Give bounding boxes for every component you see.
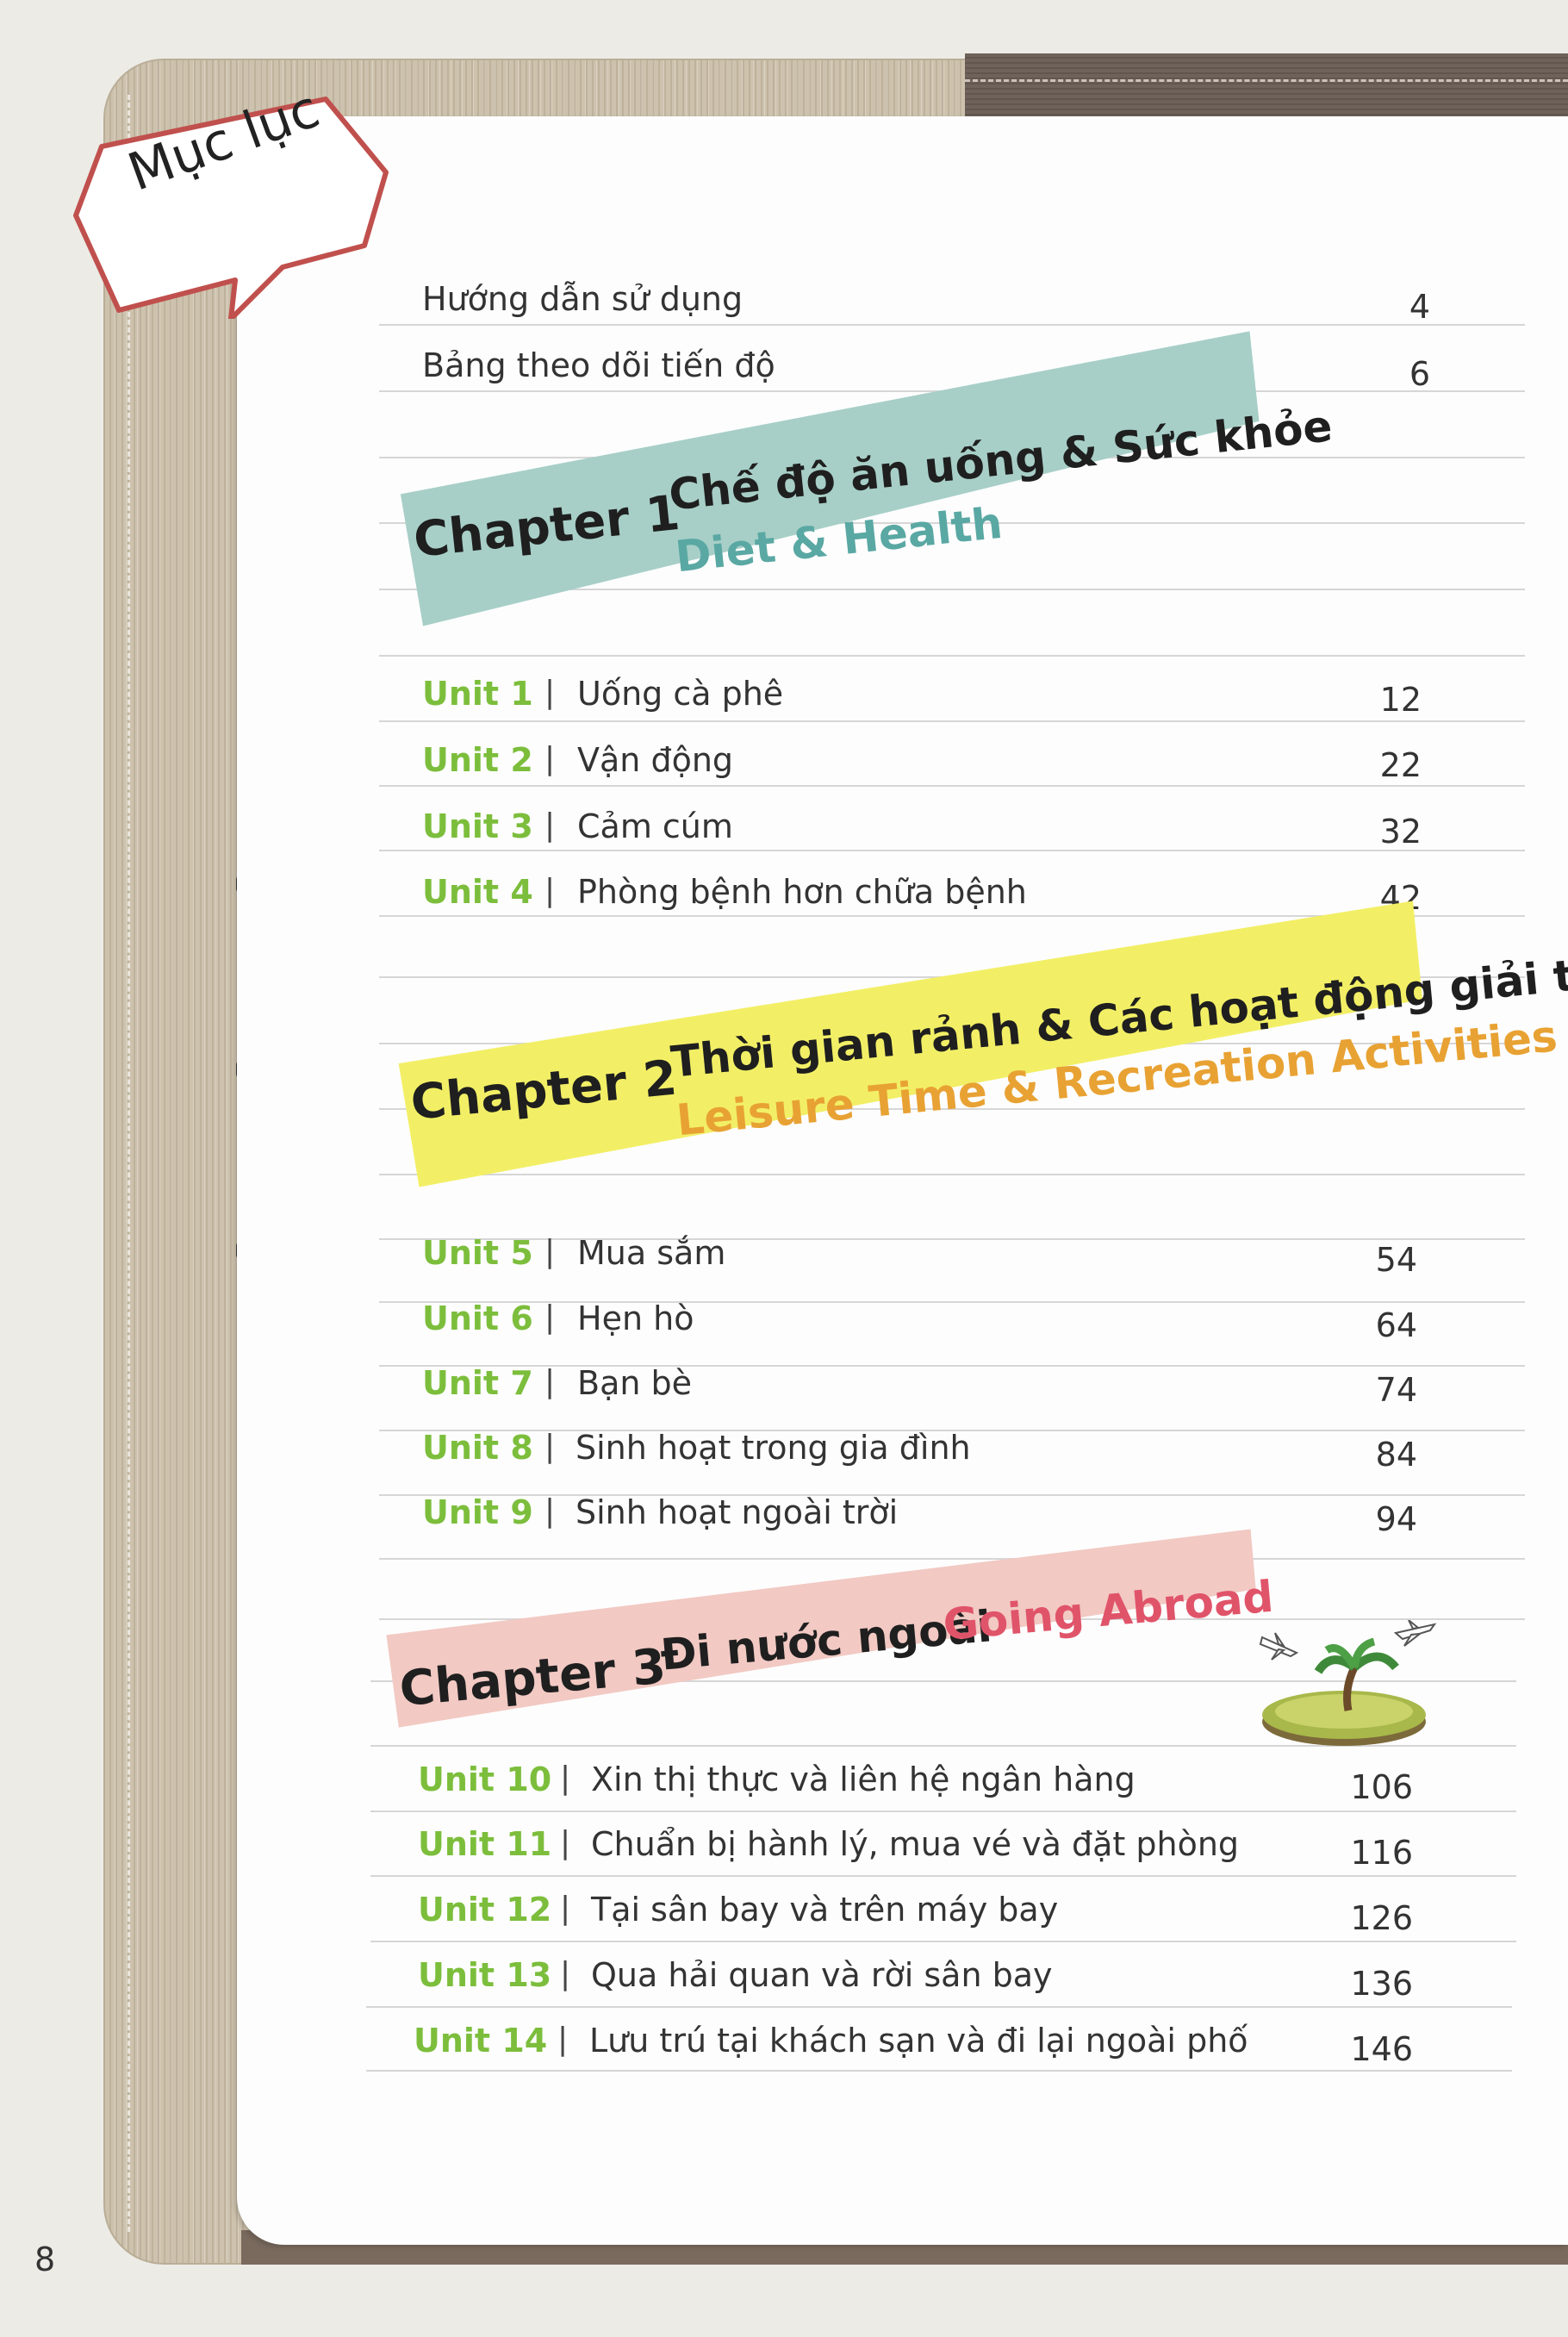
unit-page: 12 [1379,681,1422,719]
unit-label: Unit 2 [422,741,533,779]
page-number: 8 [34,2240,56,2278]
unit-separator: | [560,1825,571,1860]
unit-separator: | [560,1761,571,1796]
unit-label: Unit 3 [422,807,533,845]
unit-title[interactable]: Lưu trú tại khách sạn và đi lại ngoài ph… [589,2022,1248,2060]
unit-title[interactable]: Sinh hoạt trong gia đình [576,1429,971,1467]
strap-stitching [965,79,1568,82]
unit-page: 54 [1375,1241,1417,1279]
unit-page: 32 [1379,813,1422,851]
unit-page: 22 [1379,746,1422,784]
unit-label: Unit 8 [422,1429,533,1467]
ruled-line [379,785,1525,787]
unit-separator: | [544,873,556,908]
airplane-icon [1259,1632,1299,1661]
unit-title[interactable]: Tại sân bay và trên máy bay [591,1891,1058,1929]
toc-intro-page: 4 [1409,288,1430,326]
unit-label: Unit 10 [418,1761,552,1798]
unit-title[interactable]: Mua sắm [577,1234,725,1272]
unit-separator: | [544,1364,556,1399]
unit-separator: | [544,1234,556,1269]
cover-stitching [128,95,165,2232]
unit-page: 126 [1350,1899,1413,1937]
unit-separator: | [544,741,556,776]
unit-label: Unit 12 [418,1891,552,1929]
unit-label: Unit 4 [422,873,533,911]
unit-title[interactable]: Cảm cúm [577,807,733,845]
unit-page: 84 [1375,1436,1417,1474]
ruled-line [366,2006,1512,2008]
island-illustration [1259,1620,1437,1746]
unit-page: 64 [1375,1306,1417,1344]
unit-separator: | [557,2022,569,2057]
unit-label: Unit 9 [422,1493,533,1531]
unit-page: 74 [1375,1371,1417,1409]
unit-separator: | [544,1429,556,1464]
unit-label: Unit 1 [422,675,533,713]
unit-title[interactable]: Xin thị thực và liên hệ ngân hàng [591,1761,1136,1798]
ruled-line [370,1875,1516,1877]
ruled-line [379,655,1525,657]
unit-title[interactable]: Bạn bè [577,1364,692,1402]
unit-label: Unit 11 [418,1825,552,1863]
unit-label: Unit 5 [422,1234,533,1272]
toc-page: Mục lục Hướng dẫn sử dụng 4 Bảng theo dõ… [0,0,1568,2337]
unit-page: 146 [1350,2030,1413,2068]
unit-label: Unit 13 [418,1956,552,1994]
unit-page: 94 [1375,1500,1417,1538]
unit-title[interactable]: Qua hải quan và rời sân bay [591,1956,1053,1994]
ruled-line [370,1941,1516,1942]
unit-title[interactable]: Vận động [577,741,733,779]
unit-label: Unit 14 [414,2022,548,2060]
ruled-line [370,1810,1516,1812]
unit-title[interactable]: Sinh hoạt ngoài trời [576,1493,898,1531]
ruled-line [379,720,1525,722]
unit-separator: | [544,1493,556,1529]
unit-title[interactable]: Chuẩn bị hành lý, mua vé và đặt phòng [591,1825,1239,1863]
unit-separator: | [560,1891,571,1926]
unit-label: Unit 7 [422,1364,533,1402]
ruled-line [366,2070,1512,2072]
unit-page: 106 [1350,1768,1413,1806]
unit-separator: | [560,1956,571,1991]
toc-intro-page: 6 [1409,355,1430,393]
unit-page: 136 [1350,1965,1413,2003]
unit-separator: | [544,807,556,843]
toc-intro-label: Hướng dẫn sử dụng [422,280,744,318]
unit-label: Unit 6 [422,1299,533,1337]
unit-title[interactable]: Hẹn hò [577,1299,694,1337]
unit-title[interactable]: Phòng bệnh hơn chữa bệnh [577,873,1027,911]
airplane-icon [1393,1620,1437,1647]
unit-title[interactable]: Uống cà phê [577,675,783,713]
unit-page: 116 [1350,1834,1413,1872]
unit-separator: | [544,675,556,710]
unit-separator: | [544,1299,556,1335]
